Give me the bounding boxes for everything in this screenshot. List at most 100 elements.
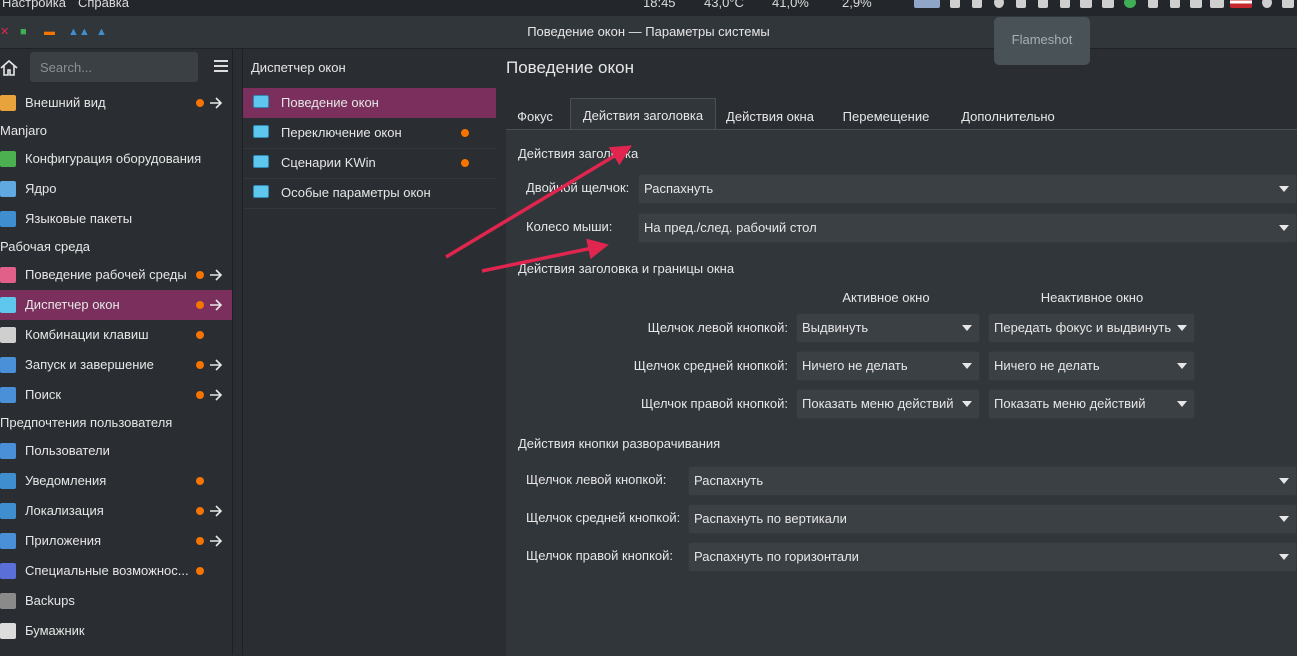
- tab-focus[interactable]: Фокус: [506, 100, 564, 130]
- search-input[interactable]: [30, 52, 198, 82]
- sidebar-item[interactable]: Локализация: [0, 496, 232, 526]
- menu-help[interactable]: Справка: [78, 0, 129, 10]
- appearance-icon: [0, 95, 16, 111]
- inactive-left-click-combo[interactable]: Передать фокус и выдвинуть: [988, 313, 1195, 343]
- arrow-right-icon[interactable]: [209, 97, 223, 109]
- section-titlebar-frame-actions: Действия заголовка и границы окна: [518, 261, 735, 276]
- clipboard-icon[interactable]: [1080, 0, 1092, 8]
- subcategory-item[interactable]: Особые параметры окон: [243, 178, 496, 209]
- arrow-right-icon[interactable]: [209, 535, 223, 547]
- wheel-combo[interactable]: На пред./след. рабочий стол: [638, 213, 1297, 243]
- window-titlebar[interactable]: ✕ ■ ▬ ▲▲ ▲ Поведение окон — Параметры си…: [0, 16, 1297, 49]
- subcategory-item[interactable]: Переключение окон: [243, 118, 496, 149]
- bell-icon[interactable]: [950, 0, 960, 8]
- sidebar-item[interactable]: Запуск и завершение: [0, 350, 232, 380]
- sidebar-item-label: Поведение рабочей среды: [25, 267, 187, 282]
- volume-icon[interactable]: [1016, 0, 1026, 8]
- update-icon[interactable]: [1124, 0, 1136, 8]
- tab-movement[interactable]: Перемещение: [836, 100, 936, 130]
- chevron-down-icon: [1279, 186, 1289, 192]
- sidebar-item[interactable]: Бумажник: [0, 616, 232, 646]
- hamburger-menu-icon[interactable]: [214, 60, 228, 74]
- changed-indicator-dot: [196, 361, 204, 369]
- titlebar-actions-panel: Действия заголовка Двойной щелчок: Распа…: [506, 129, 1297, 656]
- changed-indicator-dot: [461, 129, 469, 137]
- arrow-right-icon[interactable]: [209, 505, 223, 517]
- startup-icon: [0, 357, 16, 373]
- subcategory-item[interactable]: Сценарии KWin: [243, 148, 496, 179]
- max-right-click-combo[interactable]: Распахнуть по горизонтали: [688, 542, 1297, 572]
- battery-icon[interactable]: [1210, 0, 1224, 8]
- sidebar-item[interactable]: Приложения: [0, 526, 232, 556]
- clock[interactable]: 18:45: [643, 0, 676, 10]
- tab-window-actions[interactable]: Действия окна: [720, 100, 820, 130]
- active-left-click-value: Выдвинуть: [802, 320, 869, 335]
- hardware-icon: [0, 151, 16, 167]
- subcategory-panel: Диспетчер окон Поведение окон Переключени…: [242, 49, 497, 655]
- changed-indicator-dot: [196, 271, 204, 279]
- us-flag-icon[interactable]: [1230, 0, 1252, 8]
- active-right-click-combo[interactable]: Показать меню действий: [796, 389, 980, 419]
- double-click-combo[interactable]: Распахнуть: [638, 174, 1297, 204]
- arrow-right-icon[interactable]: [209, 389, 223, 401]
- menu-settings[interactable]: Настройка: [2, 0, 66, 10]
- locale-icon: [0, 503, 16, 519]
- sidebar-item[interactable]: Диспетчер окон: [0, 290, 232, 320]
- sidebar-item-label: Бумажник: [25, 623, 85, 638]
- leaf-icon[interactable]: [1038, 0, 1048, 8]
- chevron-down-icon: [1279, 554, 1289, 560]
- wheel-value: На пред./след. рабочий стол: [644, 220, 817, 235]
- arrow-right-icon[interactable]: [209, 299, 223, 311]
- subcategory-item[interactable]: Поведение окон: [243, 88, 496, 118]
- sidebar-item[interactable]: Внешний вид: [0, 88, 232, 118]
- arrow-right-icon[interactable]: [209, 269, 223, 281]
- double-click-value: Распахнуть: [644, 181, 714, 196]
- inactive-right-click-combo[interactable]: Показать меню действий: [988, 389, 1195, 419]
- chevron-down-icon: [962, 325, 972, 331]
- inactive-middle-click-combo[interactable]: Ничего не делать: [988, 351, 1195, 381]
- max-middle-click-combo[interactable]: Распахнуть по вертикали: [688, 504, 1297, 534]
- system-panel: Настройка Справка 18:45 43,0°C 41,0% 2,9…: [0, 0, 1297, 16]
- max-left-click-combo[interactable]: Распахнуть: [688, 466, 1297, 496]
- wifi-icon[interactable]: [1190, 0, 1202, 8]
- sidebar-item[interactable]: Комбинации клавиш: [0, 320, 232, 350]
- changed-indicator-dot: [196, 537, 204, 545]
- sidebar: Внешний вид Manjaro Конфигурация оборудова…: [0, 49, 233, 655]
- home-icon[interactable]: [0, 59, 18, 77]
- sidebar-item[interactable]: Пользователи: [0, 436, 232, 466]
- flag-icon[interactable]: [972, 0, 982, 8]
- sidebar-item[interactable]: Ядро: [0, 174, 232, 204]
- flameshot-tooltip: Flameshot: [994, 17, 1090, 65]
- sidebar-item-label: Локализация: [25, 503, 104, 518]
- max-middle-click-label: Щелчок средней кнопкой:: [526, 510, 681, 525]
- sidebar-item[interactable]: Поиск: [0, 380, 232, 410]
- sidebar-item-label: Уведомления: [25, 473, 107, 488]
- arrow-right-icon[interactable]: [209, 359, 223, 371]
- double-click-label: Двойной щелчок:: [526, 180, 630, 195]
- tab-advanced[interactable]: Дополнительно: [952, 100, 1064, 130]
- pager-icon[interactable]: [914, 0, 940, 8]
- clock-icon[interactable]: [1262, 0, 1272, 8]
- column-active-window: Активное окно: [842, 290, 930, 305]
- active-left-click-combo[interactable]: Выдвинуть: [796, 313, 980, 343]
- sidebar-item[interactable]: Backups: [0, 586, 232, 616]
- sidebar-item[interactable]: Уведомления: [0, 466, 232, 496]
- active-middle-click-combo[interactable]: Ничего не делать: [796, 351, 980, 381]
- tab-titlebar-actions[interactable]: Действия заголовка: [570, 98, 716, 131]
- network-icon[interactable]: [1148, 0, 1158, 8]
- sidebar-item[interactable]: Языковые пакеты: [0, 204, 232, 234]
- bluetooth-icon[interactable]: [1060, 0, 1070, 8]
- sidebar-item[interactable]: Конфигурация оборудования: [0, 144, 232, 174]
- image-icon[interactable]: [1102, 0, 1114, 8]
- search-icon: [0, 387, 16, 403]
- sidebar-item[interactable]: Поведение рабочей среды: [0, 260, 232, 290]
- sidebar-item[interactable]: Специальные возможнос...: [0, 556, 232, 586]
- sidebar-item-label: Пользователи: [25, 443, 110, 458]
- sidebar-item-label: Диспетчер окон: [25, 297, 120, 312]
- window-icon: [253, 185, 269, 198]
- section-titlebar-actions: Действия заголовка: [518, 146, 639, 161]
- bulb-icon[interactable]: [1170, 0, 1180, 8]
- user-icon[interactable]: [1282, 0, 1294, 8]
- column-inactive-window: Неактивное окно: [1040, 290, 1144, 305]
- info-icon[interactable]: [994, 0, 1004, 8]
